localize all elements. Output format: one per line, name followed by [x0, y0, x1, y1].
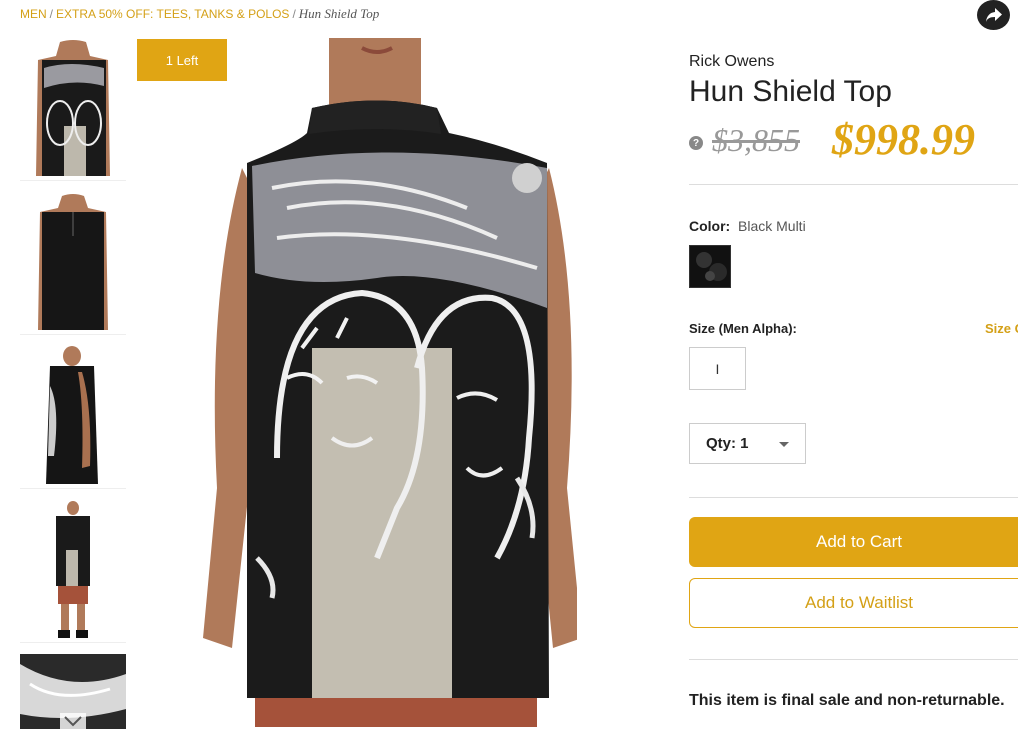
question-icon[interactable]: ?: [689, 136, 703, 150]
thumbnail-back[interactable]: [20, 192, 126, 335]
color-swatch[interactable]: [689, 245, 731, 288]
stock-badge: 1 Left: [137, 39, 227, 81]
share-button[interactable]: [977, 0, 1010, 30]
breadcrumb-sale-category[interactable]: EXTRA 50% OFF: TEES, TANKS & POLOS: [56, 7, 289, 21]
chevron-down-icon: [779, 442, 789, 447]
thumbnail-gallery: [20, 38, 126, 729]
size-option[interactable]: I: [689, 347, 746, 390]
thumbnail-full-look[interactable]: [20, 500, 126, 643]
product-brand[interactable]: Rick Owens: [689, 53, 774, 71]
quantity-label: Qty: 1: [706, 435, 749, 452]
breadcrumb-current: Hun Shield Top: [298, 6, 380, 21]
color-value: Black Multi: [738, 218, 806, 234]
thumbnail-detail[interactable]: [20, 654, 126, 729]
breadcrumb-men[interactable]: MEN: [20, 7, 47, 21]
breadcrumb-separator: /: [292, 7, 296, 21]
add-to-cart-button[interactable]: Add to Cart: [689, 517, 1018, 567]
share-arrow-icon: [985, 8, 1002, 22]
size-label: Size (Men Alpha):: [689, 321, 797, 336]
quantity-select[interactable]: Qty: 1: [689, 423, 806, 464]
add-to-waitlist-button[interactable]: Add to Waitlist: [689, 578, 1018, 628]
divider: [689, 659, 1018, 660]
breadcrumb: MEN / EXTRA 50% OFF: TEES, TANKS & POLOS / H…: [20, 6, 379, 22]
color-label: Color:: [689, 218, 731, 234]
size-guide-link[interactable]: Size G: [985, 321, 1018, 336]
final-sale-notice: This item is final sale and non-returnab…: [689, 692, 1005, 709]
sale-price: $998.99: [832, 115, 975, 164]
divider: [689, 497, 1018, 498]
thumbnail-side[interactable]: [20, 346, 126, 489]
breadcrumb-separator: /: [49, 7, 54, 21]
thumbnail-front[interactable]: [20, 38, 126, 181]
product-title: Hun Shield Top: [689, 75, 892, 108]
product-main-image[interactable]: [137, 38, 577, 727]
divider: [689, 184, 1018, 185]
original-price: $3,855: [712, 122, 800, 158]
